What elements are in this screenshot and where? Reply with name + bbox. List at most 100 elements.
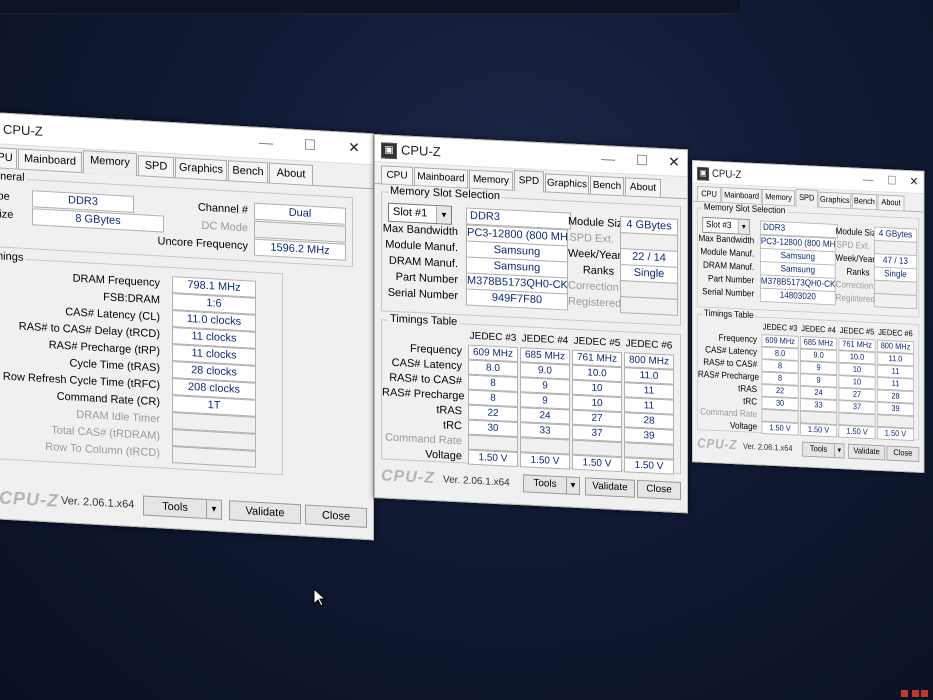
spd-ext-label: SPD Ext. bbox=[836, 239, 870, 252]
tab-graphics[interactable]: Graphics bbox=[175, 157, 227, 181]
tab-cpu[interactable]: CPU bbox=[381, 165, 413, 185]
tools-dropdown-arrow[interactable]: ▼ bbox=[206, 498, 222, 520]
timings-row-label: RAS# Precharge bbox=[382, 386, 465, 403]
cpuz-logo: CPU-Z bbox=[697, 436, 738, 453]
close-button[interactable]: Close bbox=[637, 479, 681, 501]
timings-cell: 1.50 V bbox=[572, 454, 622, 473]
timings-row-label: tRAS bbox=[738, 383, 758, 395]
memory-slot-group: Memory Slot Selection Slot #3 ▼ DDR3 Max Ban… bbox=[697, 201, 920, 318]
jedec-column-header: JEDEC #4 bbox=[521, 333, 569, 347]
module-manufacturer-label: Module Manuf. bbox=[700, 246, 755, 260]
tab-bench[interactable]: Bench bbox=[590, 175, 624, 196]
timings-row-label: tRAS bbox=[436, 404, 462, 418]
timings-cell: 1.50 V bbox=[520, 452, 570, 470]
version-text: Ver. 2.06.1.x64 bbox=[443, 474, 510, 489]
cpuz-window-spd-slot3: ▣ CPU-Z — ☐ ✕ CPU Mainboard Memory SPD G… bbox=[692, 160, 925, 474]
close-button[interactable]: Close bbox=[886, 445, 920, 463]
close-x-button[interactable]: ✕ bbox=[663, 153, 685, 171]
tools-button[interactable]: Tools bbox=[802, 441, 835, 459]
timings-row-label: Voltage bbox=[425, 448, 462, 463]
tab-memory[interactable]: Memory bbox=[83, 150, 137, 177]
timings-table-group: Timings Table JEDEC #3 JEDEC #4 JEDEC #5 JED… bbox=[697, 308, 920, 442]
close-x-button[interactable]: ✕ bbox=[343, 139, 365, 157]
tab-cpu[interactable]: PU bbox=[0, 147, 17, 169]
cpuz-logo: CPU-Z bbox=[381, 467, 435, 487]
timings-table-title: Timings Table bbox=[388, 312, 460, 329]
correction-label: Correction bbox=[568, 279, 619, 294]
module-size-label: Module Size bbox=[568, 215, 629, 231]
tab-about[interactable]: About bbox=[269, 162, 313, 185]
uncore-label: Uncore Frequency bbox=[157, 235, 249, 253]
slot-select-value: Slot #3 bbox=[706, 219, 732, 231]
validate-button[interactable]: Validate bbox=[848, 443, 886, 461]
window-title: CPU-Z bbox=[401, 142, 441, 160]
maximize-button[interactable]: ☐ bbox=[299, 136, 321, 154]
part-number-label: Part Number bbox=[708, 273, 755, 286]
tab-mainboard[interactable]: Mainboard bbox=[721, 187, 762, 204]
tools-dropdown-arrow[interactable]: ▼ bbox=[834, 443, 845, 459]
minimize-button[interactable]: — bbox=[255, 134, 277, 151]
cpuz-logo: CPU-Z bbox=[0, 487, 59, 511]
timings-cell: 1.50 V bbox=[761, 421, 799, 436]
serial-number-label: Serial Number bbox=[702, 286, 755, 300]
type-label: ype bbox=[0, 190, 10, 203]
version-text: Ver. 2.06.1.x64 bbox=[61, 494, 135, 511]
timing-value bbox=[172, 446, 256, 468]
chevron-down-icon[interactable]: ▼ bbox=[436, 206, 451, 224]
max-bandwidth-label: Max Bandwidth bbox=[698, 233, 755, 246]
tab-graphics[interactable]: Graphics bbox=[545, 173, 589, 194]
max-bandwidth-label: Max Bandwidth bbox=[382, 222, 458, 239]
tools-button[interactable]: Tools bbox=[523, 474, 567, 495]
jedec-column-header: JEDEC #5 bbox=[573, 335, 621, 350]
maximize-button[interactable]: ☐ bbox=[884, 173, 900, 188]
module-manufacturer-label: Module Manuf. bbox=[385, 238, 458, 255]
minimize-button[interactable]: — bbox=[860, 172, 876, 186]
tab-bench[interactable]: Bench bbox=[851, 193, 877, 210]
tools-button[interactable]: Tools bbox=[143, 495, 207, 520]
timings-cell: 1.50 V bbox=[468, 449, 518, 468]
maximize-button[interactable]: ☐ bbox=[631, 152, 653, 170]
ranks-label: Ranks bbox=[846, 266, 870, 278]
tab-graphics[interactable]: Graphics bbox=[818, 191, 852, 209]
tab-spd[interactable]: SPD bbox=[138, 155, 174, 178]
close-x-button[interactable]: ✕ bbox=[906, 174, 922, 189]
memory-slot-group: Memory Slot Selection Slot #1 ▼ DDR3 Max Ban… bbox=[381, 184, 681, 327]
timings-row-label: RAS# to CAS# bbox=[389, 371, 462, 388]
window-title: CPU-Z bbox=[3, 121, 43, 139]
timings-row-label: Frequency bbox=[410, 342, 462, 358]
timings-row-label: RAS# Precharge bbox=[697, 369, 760, 383]
registered-label: Registered bbox=[835, 292, 875, 305]
window-title: CPU-Z bbox=[711, 166, 742, 181]
validate-button[interactable]: Validate bbox=[585, 477, 635, 498]
tab-cpu[interactable]: CPU bbox=[697, 185, 721, 203]
tab-about[interactable]: About bbox=[877, 194, 905, 211]
tab-mainboard[interactable]: Mainboard bbox=[414, 166, 468, 188]
tab-memory[interactable]: Memory bbox=[469, 169, 513, 190]
timings-row-label: tRC bbox=[743, 396, 758, 408]
tab-about[interactable]: About bbox=[625, 177, 661, 198]
module-size-label: Module Size bbox=[835, 226, 881, 239]
week-year-label: Week/Year bbox=[835, 253, 875, 265]
correction-label: Correction bbox=[835, 279, 874, 292]
dc-mode-label: DC Mode bbox=[201, 219, 248, 235]
close-button[interactable]: Close bbox=[305, 504, 367, 528]
top-taskbar-strip bbox=[0, 0, 740, 14]
part-number-label: Part Number bbox=[395, 271, 458, 287]
minimize-button[interactable]: — bbox=[597, 150, 619, 167]
spd-ext-label: SPD Ext. bbox=[569, 231, 614, 246]
chevron-down-icon[interactable]: ▼ bbox=[737, 219, 749, 235]
registered-value bbox=[874, 293, 917, 310]
tools-dropdown-arrow[interactable]: ▼ bbox=[566, 476, 580, 496]
cpuz-window-spd-slot1: ▣ CPU-Z — ☐ ✕ CPU Mainboard Memory SPD G… bbox=[374, 134, 688, 514]
slot-select[interactable]: Slot #1 ▼ bbox=[388, 202, 452, 225]
tab-spd[interactable]: SPD bbox=[795, 188, 818, 208]
tab-memory[interactable]: Memory bbox=[762, 189, 795, 206]
tab-bench[interactable]: Bench bbox=[228, 160, 268, 183]
cpuz-app-icon: ▣ bbox=[381, 142, 397, 160]
tab-spd[interactable]: SPD bbox=[514, 169, 544, 193]
size-label: Size bbox=[0, 208, 14, 222]
timings-group-title: mings bbox=[0, 250, 26, 264]
tab-mainboard[interactable]: Mainboard bbox=[18, 148, 82, 173]
slot-select[interactable]: Slot #3 ▼ bbox=[702, 216, 750, 235]
validate-button[interactable]: Validate bbox=[229, 500, 301, 525]
